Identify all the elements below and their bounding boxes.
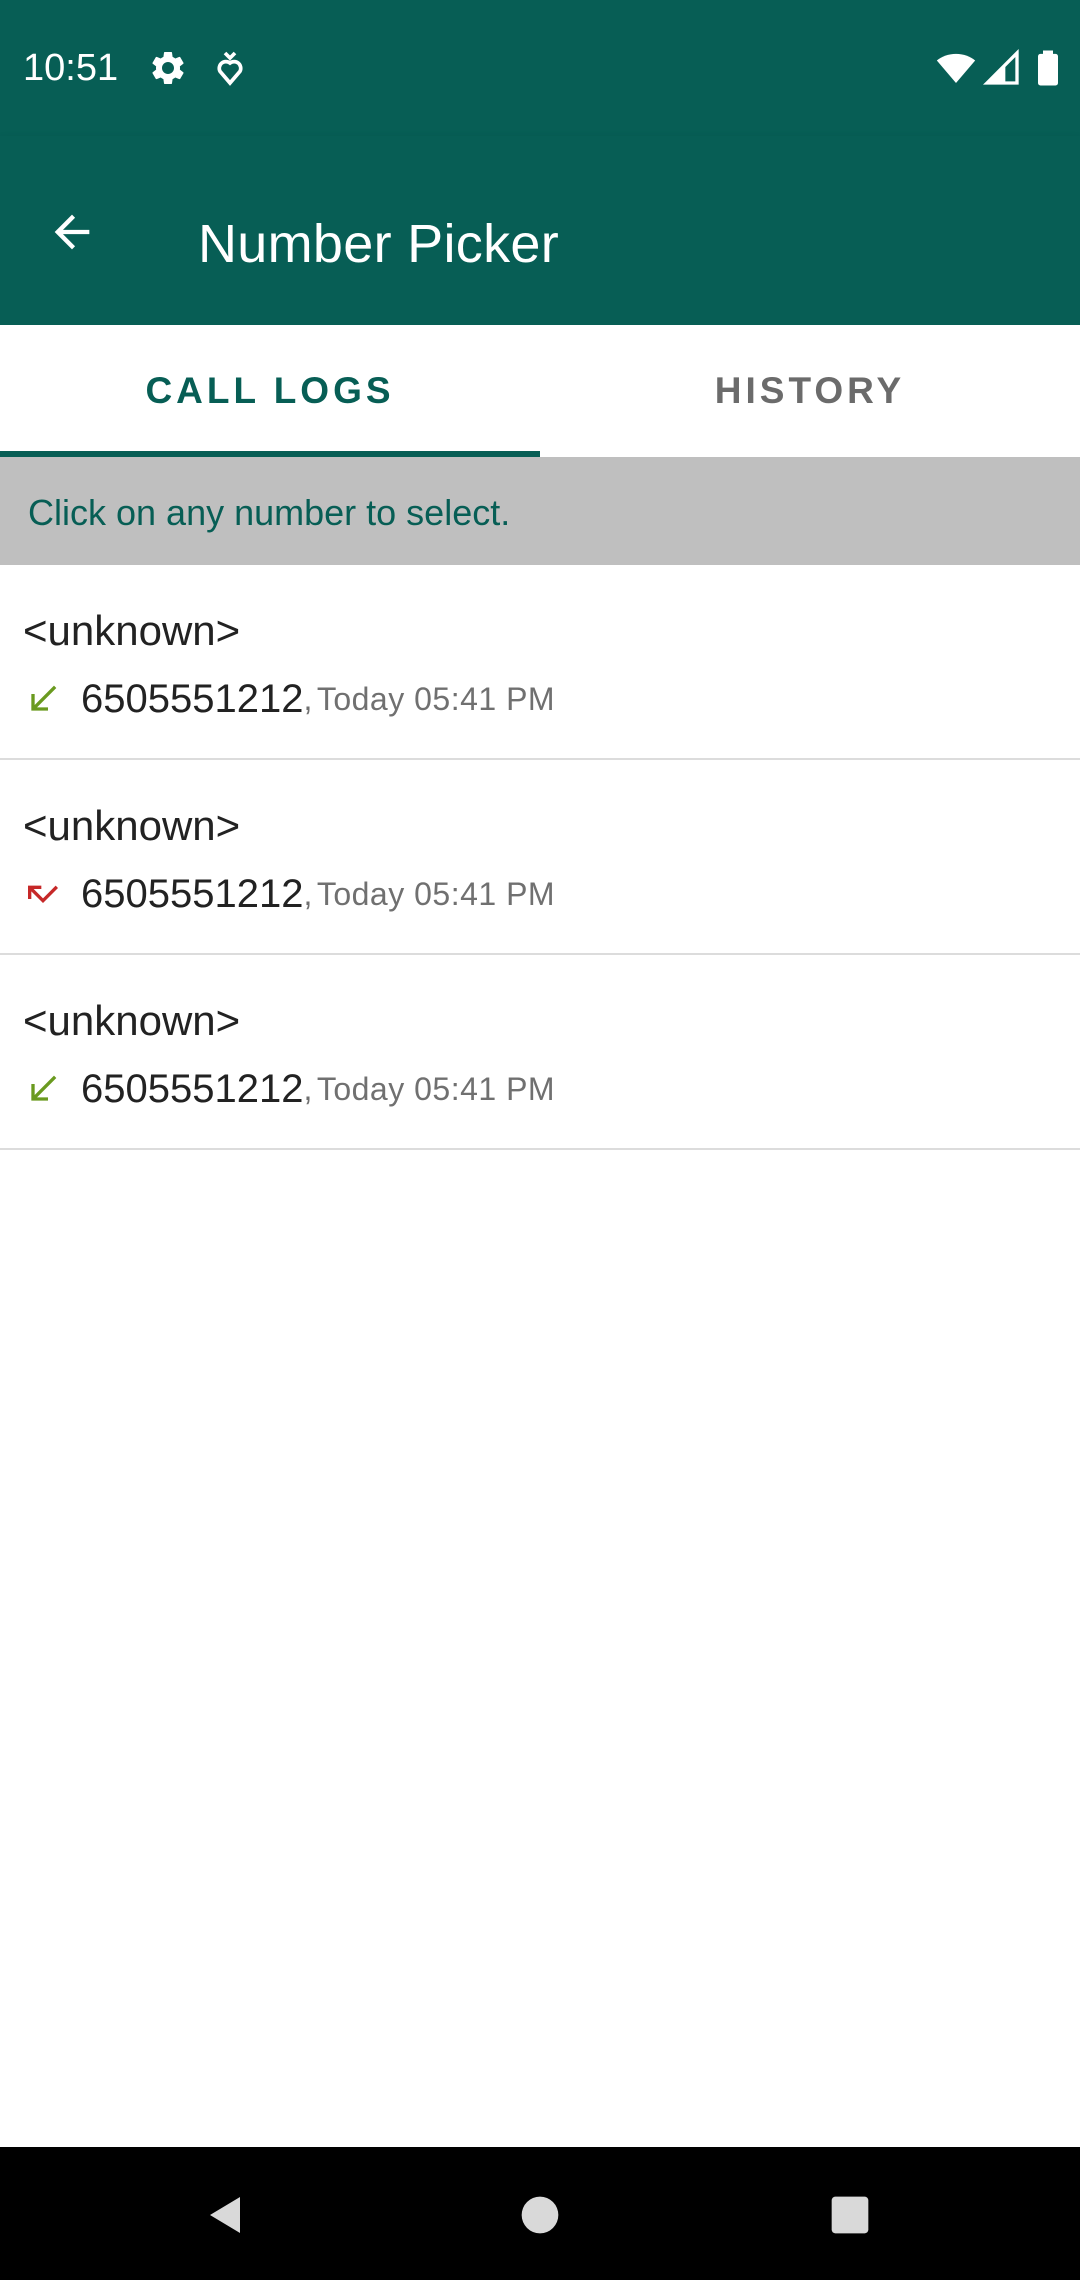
call-time: Today 05:41 PM xyxy=(316,875,556,912)
app-bar: Number Picker xyxy=(0,136,1080,325)
phone-number: 6505551212 xyxy=(81,871,304,916)
phone-number: 6505551212 xyxy=(81,676,304,721)
contact-name: <unknown> xyxy=(23,607,241,654)
missed-call-icon xyxy=(28,885,58,904)
status-time: 10:51 xyxy=(23,47,119,89)
hint-text: Click on any number to select. xyxy=(28,492,511,533)
call-time: Today 05:41 PM xyxy=(316,1070,556,1107)
tab-label: HISTORY xyxy=(714,370,906,411)
back-arrow-icon xyxy=(54,214,90,250)
contact-name: <unknown> xyxy=(23,802,241,849)
hint-banner: Click on any number to select. xyxy=(0,457,1080,565)
call-log-item[interactable]: <unknown> 6505551212, Today 05:41 PM xyxy=(0,565,1080,760)
contact-name: <unknown> xyxy=(23,997,241,1044)
separator: , xyxy=(303,1070,313,1107)
wifi-icon xyxy=(936,48,976,88)
separator: , xyxy=(303,875,313,912)
tab-history[interactable]: HISTORY xyxy=(540,325,1080,457)
screen: 10:51 Number Picker CALL LOGS HISTORY Cl… xyxy=(0,0,1080,2280)
home-circle-icon xyxy=(521,2196,559,2234)
tab-call-logs[interactable]: CALL LOGS xyxy=(0,325,540,457)
separator: , xyxy=(303,680,313,717)
call-log-item[interactable]: <unknown> 6505551212, Today 05:41 PM xyxy=(0,760,1080,955)
page-title: Number Picker xyxy=(198,214,559,274)
tab-label: CALL LOGS xyxy=(145,370,395,411)
system-nav-bar xyxy=(0,2147,1080,2280)
signal-icon xyxy=(982,48,1022,88)
phone-number: 6505551212 xyxy=(81,1066,304,1111)
location-icon xyxy=(210,48,250,88)
status-bar: 10:51 xyxy=(0,0,1080,136)
call-detail: 6505551212, Today 05:41 PM xyxy=(23,1063,555,1115)
nav-home-button[interactable] xyxy=(510,2185,570,2245)
call-time: Today 05:41 PM xyxy=(316,680,556,717)
incoming-call-icon xyxy=(31,1075,57,1101)
call-log-list: <unknown> 6505551212, Today 05:41 PM <un… xyxy=(0,565,1080,1150)
nav-recents-button[interactable] xyxy=(820,2185,880,2245)
call-detail: 6505551212, Today 05:41 PM xyxy=(23,868,555,920)
tab-bar: CALL LOGS HISTORY xyxy=(0,325,1080,457)
back-triangle-icon xyxy=(210,2197,240,2233)
recents-square-icon xyxy=(831,2196,869,2234)
incoming-call-icon xyxy=(31,685,57,711)
settings-icon xyxy=(148,48,188,88)
call-log-item[interactable]: <unknown> 6505551212, Today 05:41 PM xyxy=(0,955,1080,1150)
nav-back-button[interactable] xyxy=(196,2185,256,2245)
call-detail: 6505551212, Today 05:41 PM xyxy=(23,673,555,725)
back-button[interactable] xyxy=(36,196,108,268)
battery-icon xyxy=(1028,48,1068,88)
